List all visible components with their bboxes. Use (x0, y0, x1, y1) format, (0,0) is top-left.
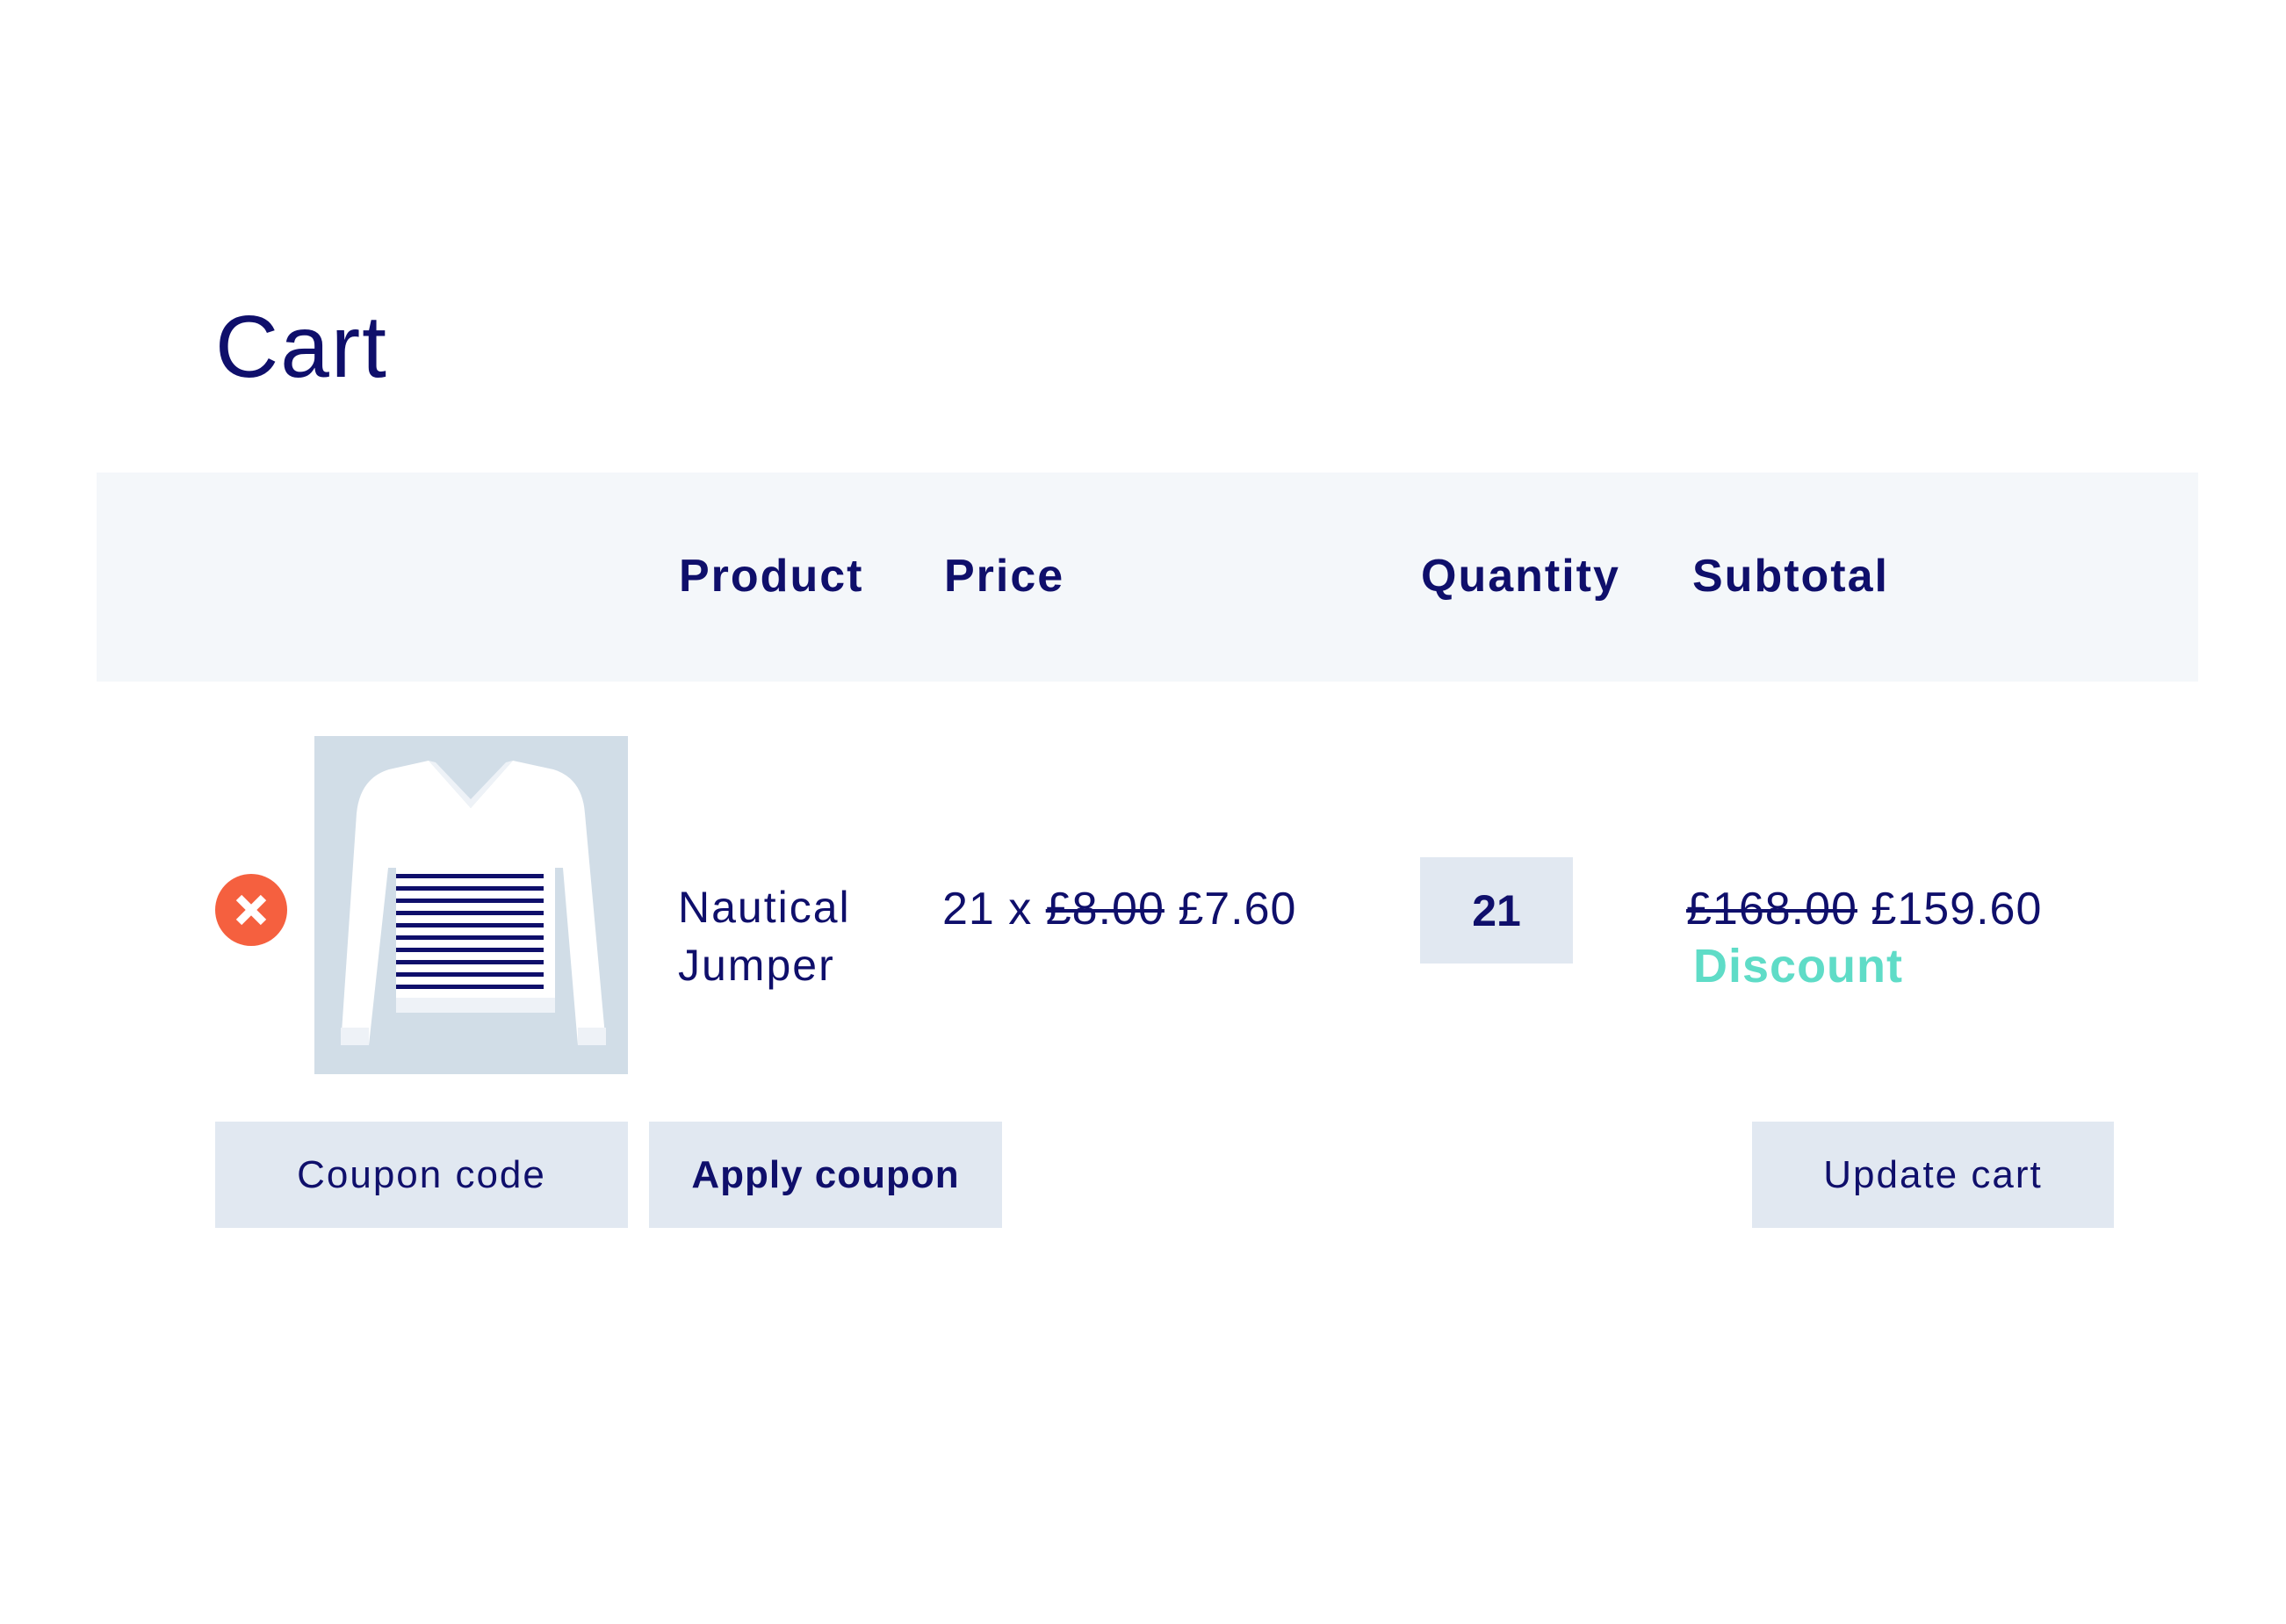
original-price: £8.00 (1045, 884, 1165, 935)
cart-table-header: Product Price Quantity Subtotal (97, 473, 2198, 682)
price-cell: 21 x £8.00 £7.60 (942, 881, 1296, 937)
product-name-link[interactable]: Nautical Jumper (678, 878, 906, 994)
jumper-icon (341, 761, 606, 1045)
product-name-line2: Jumper (678, 941, 835, 990)
header-product: Product (679, 551, 864, 602)
subtotal-cell: £168.00 £159.60 (1686, 881, 2042, 937)
update-cart-button[interactable]: Update cart (1752, 1122, 2114, 1228)
page-title: Cart (215, 298, 388, 396)
header-price: Price (944, 551, 1065, 602)
product-name-line1: Nautical (678, 883, 851, 932)
discounted-subtotal: £159.60 (1871, 884, 2043, 935)
price-multiplier: 21 x (942, 884, 1033, 935)
header-quantity: Quantity (1421, 551, 1620, 602)
close-icon (235, 894, 267, 926)
remove-item-button[interactable] (215, 874, 287, 946)
apply-coupon-button[interactable]: Apply coupon (649, 1122, 1002, 1228)
product-image[interactable] (314, 736, 628, 1074)
discount-label: Discount (1693, 940, 1904, 992)
coupon-code-input[interactable]: Coupon code (215, 1122, 628, 1228)
discounted-price: £7.60 (1178, 884, 1297, 935)
header-subtotal: Subtotal (1692, 551, 1889, 602)
quantity-input[interactable]: 21 (1420, 857, 1573, 964)
original-subtotal: £168.00 (1686, 884, 1857, 935)
